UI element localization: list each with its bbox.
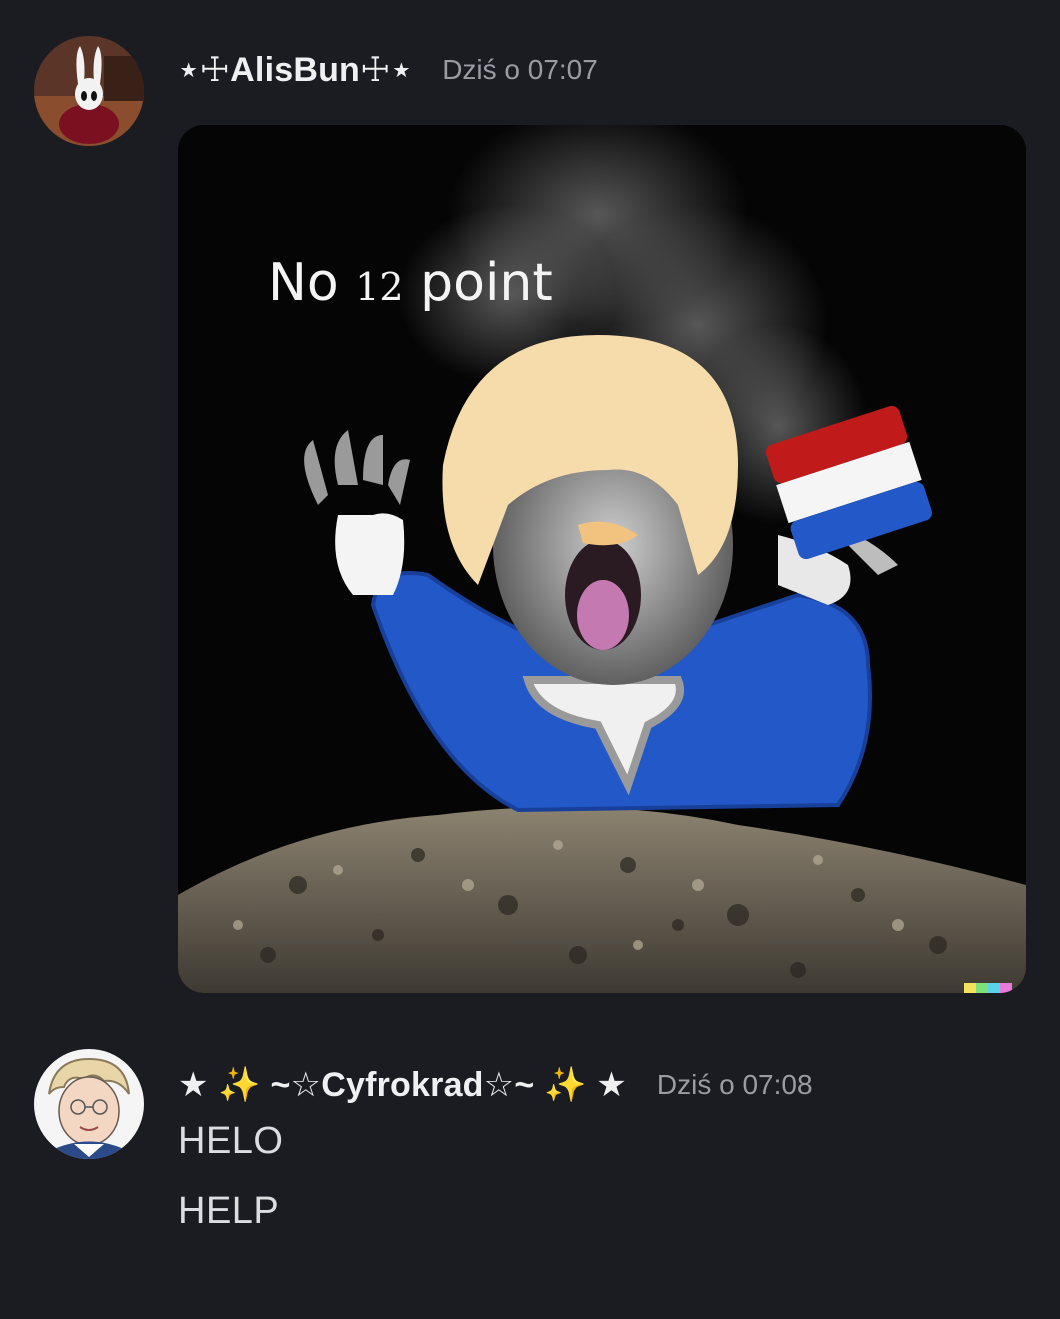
caption-number: 12 — [355, 265, 404, 309]
username[interactable]: ⋆☩AlisBun☩⋆ — [178, 50, 412, 90]
avatar-alisbun[interactable] — [34, 36, 144, 146]
image-caption: No 12 point — [268, 253, 553, 313]
image-attachment[interactable]: No 12 point — [178, 125, 1026, 993]
avatar-cyfrokrad[interactable] — [34, 1049, 144, 1159]
message-header: ⋆☩AlisBun☩⋆ Dziś o 07:07 — [178, 45, 598, 95]
message-text-line: HELO — [178, 1120, 284, 1162]
caption-part: No — [268, 253, 356, 313]
message-text-line: HELP — [178, 1190, 280, 1232]
message-header: ★ ✨ ~☆Cyfrokrad☆~ ✨ ★ Dziś o 07:08 — [178, 1060, 813, 1110]
timestamp: Dziś o 07:08 — [656, 1069, 813, 1100]
caption-part: point — [403, 253, 553, 313]
username[interactable]: ★ ✨ ~☆Cyfrokrad☆~ ✨ ★ — [178, 1065, 627, 1105]
timestamp: Dziś o 07:07 — [442, 54, 598, 85]
